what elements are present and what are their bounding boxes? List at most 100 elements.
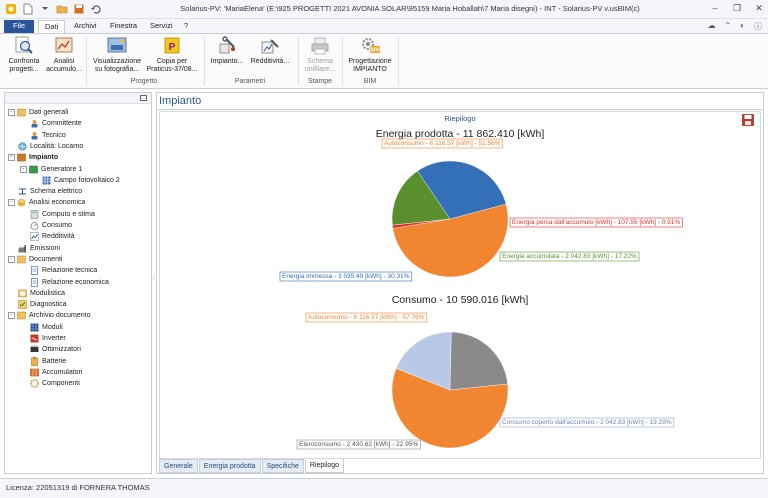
pv-field-icon [42,176,51,185]
restore-icon[interactable]: ❐ [732,3,742,14]
tree-item[interactable]: Tecnico [30,130,66,141]
tree-item-label: Diagnostica [30,301,67,309]
tree-item[interactable]: - Analisi economica [8,197,85,208]
menu-help[interactable]: ? [178,20,194,33]
window-controls: – ❐ ✕ [710,3,764,14]
tree-collapse-toggle[interactable]: - [8,255,15,263]
bim-design-button[interactable]: BIM Progettazione IMPIANTO [346,36,394,74]
photo-view-button[interactable]: Visualizzazione su fotografia... [90,36,144,74]
bim-design-label-1: Progettazione [348,58,392,65]
undo-icon[interactable] [89,2,103,16]
tree-collapse-toggle[interactable]: - [20,165,27,173]
menu-file[interactable]: File [4,20,34,33]
gauge-icon [30,221,39,230]
tree-item-label: Batterie [42,357,67,365]
tree-item[interactable]: Inverter [30,333,66,344]
group-parametri: Parametri [234,78,266,85]
ribbon-options: ☁ ⌃ ◐ ⓘ [707,21,762,32]
redditivita-params-label: Redditività... [250,58,290,65]
tree-collapse-toggle[interactable]: - [8,312,15,320]
window-title: Solarius-PV: 'MariaElena' (E:\925 PROGET… [180,4,640,13]
tree-item[interactable]: Committente [30,118,82,129]
photo-view-label-2: su fotografia... [94,66,140,73]
tree-item-label: Archivio documento [29,312,91,320]
tree-item[interactable]: Schema elettrico [18,186,82,197]
tab-specifiche[interactable]: Specifiche [261,459,304,473]
compare-projects-label-1: Confronta [8,58,40,65]
single-line-diagram-button[interactable]: Schema unifilare... [302,36,338,74]
tree-item-label: Componenti [42,380,80,388]
tab-generale[interactable]: Generale [159,459,198,473]
style-icon[interactable]: ◐ [740,21,745,32]
tree-item[interactable]: Località: Locarno [18,141,83,152]
minimize-icon[interactable]: – [710,3,720,14]
forms-icon [18,289,27,298]
tree-item[interactable]: - Impianto [8,152,58,163]
status-bar: Licenza: 22051319 di FORNERA THOMAS [0,478,768,498]
tree-item[interactable]: - Documenti [8,254,62,265]
panel-collapse-icon[interactable] [140,95,147,101]
redditivita-params-button[interactable]: Redditività... [248,36,292,66]
tree-item[interactable]: Relazione economica [30,277,109,288]
tree-item[interactable]: Diagnostica [18,299,67,310]
panel-header [5,93,151,104]
tree-item[interactable]: Campo fotovoltaico 2 [42,175,120,186]
tree-item-label: Moduli [42,323,63,331]
tab-energia-prodotta[interactable]: Energia prodotta [198,459,261,473]
tree-item[interactable]: - Archivio documento [8,310,90,321]
main-area: Impianto Riepilogo Energia prodotta - 11… [156,92,764,474]
tree-item[interactable]: Relazione tecnica [30,265,97,276]
tree-item[interactable]: Redditività [30,231,75,242]
copy-praticus-button[interactable]: P Copia per Praticus-37/08... [146,36,198,74]
tree-item[interactable]: Emissioni [18,243,60,254]
menu-finestra[interactable]: Finestra [104,20,143,33]
cloud-icon[interactable]: ☁ [707,21,715,32]
close-icon[interactable]: ✕ [754,3,764,14]
tree-collapse-toggle[interactable]: - [8,199,15,207]
tree-item-label: Dati generali [29,109,69,116]
tree-item[interactable]: Accumulatori [30,367,82,378]
open-folder-icon[interactable] [55,2,69,16]
person-icon [30,131,39,140]
tree-collapse-toggle[interactable]: - [8,109,15,116]
splitter-grip-icon: ⁞ [153,276,155,282]
pie-slice-label: Energia accumulata - 2 042.83 [kWh] - 17… [502,253,637,260]
ribbon: Confronta progetti... Analisi accumulo..… [0,33,768,89]
save-icon[interactable] [72,2,86,16]
printer-icon [309,36,331,56]
collapse-ribbon-icon[interactable]: ⌃ [724,21,731,32]
ribbon-separator [298,38,299,86]
tree-item-label: Campo fotovoltaico 2 [54,176,120,184]
line-chart-icon [30,232,39,242]
tree-item[interactable]: - Generatore 1 [20,164,82,175]
info-icon[interactable]: ⓘ [754,21,762,32]
tab-riepilogo[interactable]: Riepilogo [304,459,345,473]
menu-archivi[interactable]: Archivi [68,20,103,33]
storage-analysis-button[interactable]: Analisi accumulo... [46,36,82,74]
tree-item[interactable]: Componenti [30,378,80,389]
tree-item-label: Analisi economica [29,199,86,207]
document-icon [30,266,39,275]
compare-projects-button[interactable]: Confronta progetti... [4,36,44,74]
dropdown-arrow-icon[interactable] [38,2,52,16]
bim-gear-icon: BIM [359,36,381,56]
tree-item[interactable]: Consumo [30,220,72,231]
tree-item-label: Accumulatori [42,368,83,376]
tree-item[interactable]: Moduli [30,322,63,333]
pie-slice-label: Autoconsumo - 6 116.57 [kWh] - 57.76% [308,314,425,321]
tree-item[interactable]: Modulistica [18,288,65,299]
menu-dati[interactable]: Dati [38,20,66,33]
menu-servizi[interactable]: Servizi [144,20,179,33]
coins-icon [17,198,26,207]
tree-item[interactable]: Ottimizzatori [30,344,81,355]
tree-item[interactable]: Computo e stima [30,209,95,220]
praticus-icon: P [161,36,183,56]
tree-collapse-toggle[interactable]: - [8,154,15,162]
tree-item-label: Computo e stima [42,210,95,218]
impianto-params-button[interactable]: Impianto... [208,36,246,66]
tree-item[interactable]: - Dati generali [8,107,68,118]
magnifier-icon [13,36,35,56]
new-file-icon[interactable] [21,2,35,16]
diagnostics-icon [18,300,27,309]
tree-item[interactable]: Batterie [30,356,66,367]
